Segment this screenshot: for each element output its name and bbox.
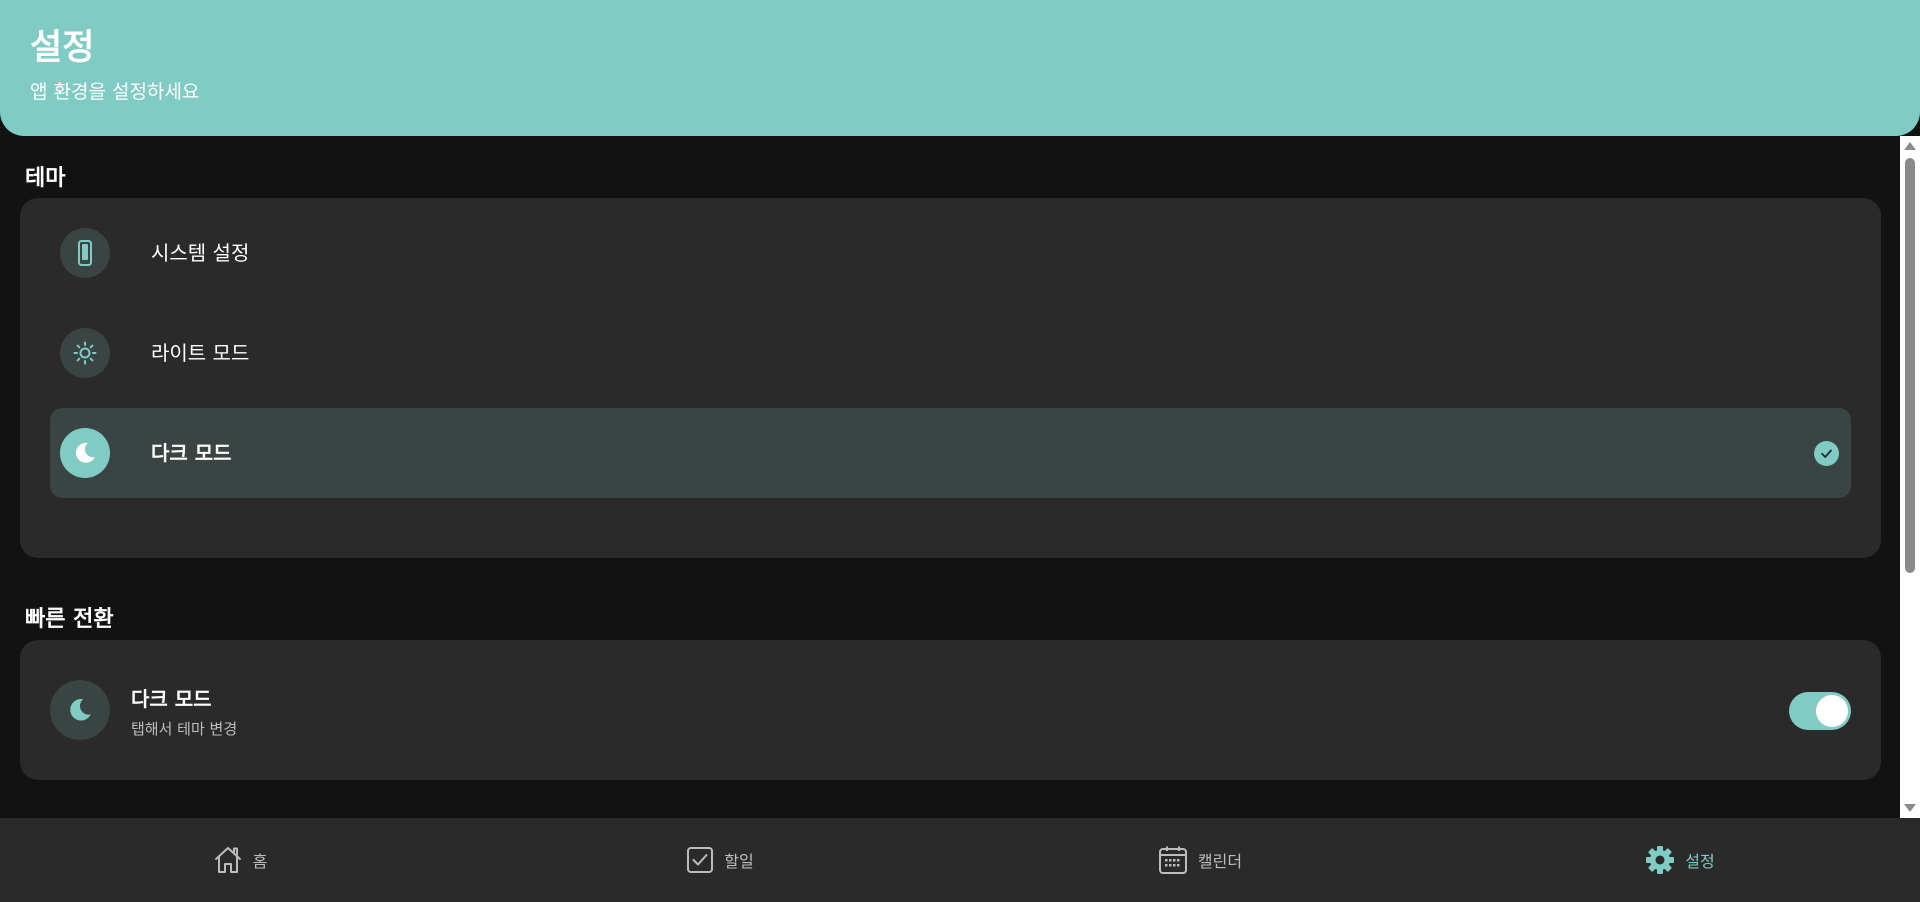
theme-section-title: 테마 (25, 166, 66, 191)
quick-toggle-card[interactable]: 다크 모드 탭해서 테마 변경 (20, 640, 1881, 780)
scroll-down-arrow-icon[interactable] (1904, 804, 1916, 812)
theme-card: 시스템 설정 라이트 모드 다크 모드 (20, 198, 1881, 558)
toggle-knob (1816, 695, 1848, 727)
checkbox-icon (687, 847, 714, 873)
theme-option-light[interactable]: 라이트 모드 (50, 308, 1851, 398)
nav-item-settings[interactable]: 설정 (1440, 818, 1920, 902)
theme-option-label: 다크 모드 (151, 441, 232, 465)
header: 설정 앱 환경을 설정하세요 (0, 0, 1920, 136)
gear-icon (1646, 846, 1675, 874)
dark-mode-toggle[interactable] (1789, 692, 1851, 730)
nav-item-home[interactable]: 홈 (0, 818, 480, 902)
page-subtitle: 앱 환경을 설정하세요 (30, 81, 200, 103)
moon-icon (50, 680, 110, 740)
bottom-nav: 홈 할일 캘린더 설정 (0, 818, 1920, 902)
quick-section-title: 빠른 전환 (25, 607, 114, 632)
check-icon (1814, 441, 1839, 466)
scrollbar[interactable] (1900, 136, 1920, 818)
theme-option-dark[interactable]: 다크 모드 (50, 408, 1851, 498)
quick-toggle-title: 다크 모드 (131, 687, 212, 711)
theme-option-label: 시스템 설정 (151, 241, 250, 265)
home-icon (214, 847, 241, 873)
nav-label: 캘린더 (1197, 852, 1243, 871)
quick-toggle-subtitle: 탭해서 테마 변경 (131, 720, 238, 738)
settings-screen: 설정 앱 환경을 설정하세요 테마 시스템 설정 라이트 모드 다크 모드 빠른… (0, 0, 1920, 902)
settings-content: 테마 시스템 설정 라이트 모드 다크 모드 빠른 전환 다크 모드 탭해서 테… (0, 136, 1900, 818)
nav-label: 할일 (724, 852, 754, 871)
nav-item-todo[interactable]: 할일 (480, 818, 960, 902)
scroll-thumb[interactable] (1905, 158, 1915, 573)
calendar-icon (1158, 846, 1187, 874)
scroll-up-arrow-icon[interactable] (1904, 142, 1916, 150)
moon-icon (60, 428, 110, 478)
theme-option-system[interactable]: 시스템 설정 (50, 208, 1851, 298)
nav-label: 홈 (252, 852, 268, 871)
sun-icon (60, 328, 110, 378)
nav-item-calendar[interactable]: 캘린더 (960, 818, 1440, 902)
page-title: 설정 (30, 28, 95, 68)
theme-option-label: 라이트 모드 (151, 341, 250, 365)
phone-icon (60, 228, 110, 278)
nav-label: 설정 (1685, 852, 1715, 871)
